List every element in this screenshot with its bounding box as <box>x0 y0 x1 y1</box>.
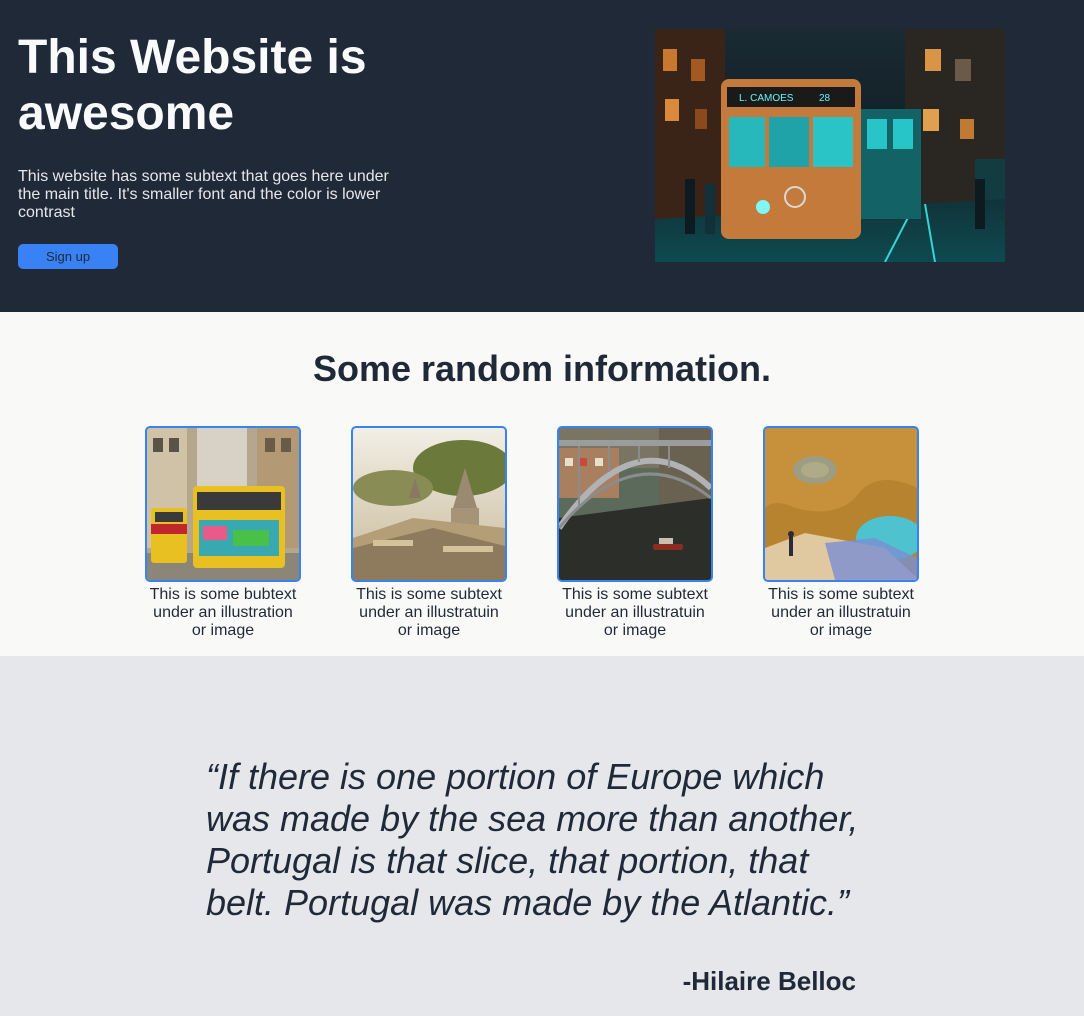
sea-cave-beach-image <box>763 426 919 582</box>
quote-section: “If there is one portion of Europe which… <box>0 656 1084 1016</box>
info-card: This is some subtext under an illustratu… <box>557 426 713 640</box>
info-section: Some random information. This is some bu… <box>0 312 1084 656</box>
signup-button[interactable]: Sign up <box>18 244 118 269</box>
iron-bridge-river-image <box>557 426 713 582</box>
hero-subtext: This website has some subtext that goes … <box>18 168 389 221</box>
info-title: Some random information. <box>312 348 772 389</box>
yellow-tram-street-image <box>145 426 301 582</box>
card-caption: This is some bubtext under an illustrati… <box>149 586 297 639</box>
hero-section: This Website is awesome This website has… <box>0 0 1084 312</box>
card-caption: This is some subtext under an illustratu… <box>562 586 708 639</box>
card-grid: This is some bubtext under an illustrati… <box>145 426 919 640</box>
card-caption: This is some subtext under an illustratu… <box>768 586 914 639</box>
hero-title: This Website is awesome <box>18 31 367 140</box>
quote-author: -Hilaire Belloc <box>682 966 856 996</box>
tram-sign: L. CAMOES <box>739 93 794 104</box>
quote-text: “If there is one portion of Europe which… <box>206 756 859 923</box>
card-caption: This is some subtext under an illustratu… <box>356 586 502 639</box>
hero-text-block: This Website is awesome This website has… <box>18 30 418 269</box>
info-card: This is some subtext under an illustratu… <box>351 426 507 640</box>
hero-tram-night-image: L. CAMOES 28 <box>655 29 1005 262</box>
info-card: This is some bubtext under an illustrati… <box>145 426 301 640</box>
tram-number: 28 <box>819 93 831 104</box>
info-card: This is some subtext under an illustratu… <box>763 426 919 640</box>
palace-rooftops-image <box>351 426 507 582</box>
